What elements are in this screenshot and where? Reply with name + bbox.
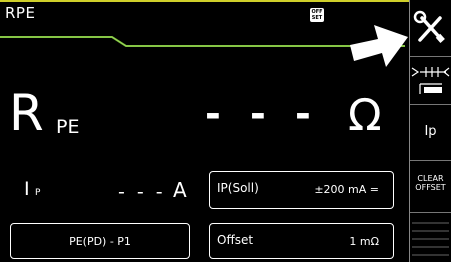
rpe-symbol: R — [9, 84, 44, 142]
connection-mode-button[interactable]: PE(PD) - P1 — [10, 223, 190, 259]
connection-mode-value: PE(PD) - P1 — [69, 235, 131, 248]
rpe-unit: Ω — [348, 90, 382, 141]
rpe-value: - - - — [205, 92, 319, 136]
ip-softkey-label: Ip — [424, 124, 437, 139]
ip-symbol: I — [24, 178, 30, 200]
page-title: RPE — [5, 4, 36, 22]
wrench-screwdriver-icon — [413, 10, 445, 43]
ip-subscript: P — [35, 188, 41, 198]
sidebar-divider — [410, 212, 451, 213]
offset-value: 1 mΩ — [349, 235, 379, 248]
clear-offset-line1: CLEAR — [417, 174, 444, 183]
clear-offset-line2: OFFSET — [415, 183, 446, 192]
sidebar-divider — [410, 56, 451, 57]
probe-softkey[interactable] — [410, 62, 451, 100]
sidebar-divider — [410, 104, 451, 105]
offset-icon-text: OFF SET — [311, 9, 323, 21]
arrow-pointer-icon — [350, 25, 408, 67]
ip-softkey[interactable]: Ip — [410, 112, 451, 152]
clear-offset-softkey[interactable]: CLEAR OFFSET — [410, 168, 451, 208]
rpe-subscript: PE — [56, 116, 80, 138]
sidebar-bottom-lines — [412, 222, 449, 256]
probe-connection-icon — [411, 67, 450, 94]
offset-parameter-button[interactable]: Offset 1 mΩ — [209, 223, 394, 259]
offset-label: Offset — [217, 233, 254, 247]
sidebar-divider — [410, 160, 451, 161]
ip-soll-label: IP(Soll) — [217, 181, 259, 195]
ip-soll-value: ±200 mA = — [314, 183, 379, 196]
offset-icon: OFF SET — [310, 8, 324, 22]
ip-value: - - - — [118, 181, 166, 203]
ip-soll-parameter-button[interactable]: IP(Soll) ±200 mA = — [209, 171, 394, 209]
settings-softkey[interactable] — [410, 6, 451, 50]
instrument-screen: RPE OFF SET R PE - - - Ω I P - - - A IP(… — [0, 0, 451, 262]
top-accent-bar — [0, 0, 451, 2]
ip-unit: A — [173, 178, 187, 202]
